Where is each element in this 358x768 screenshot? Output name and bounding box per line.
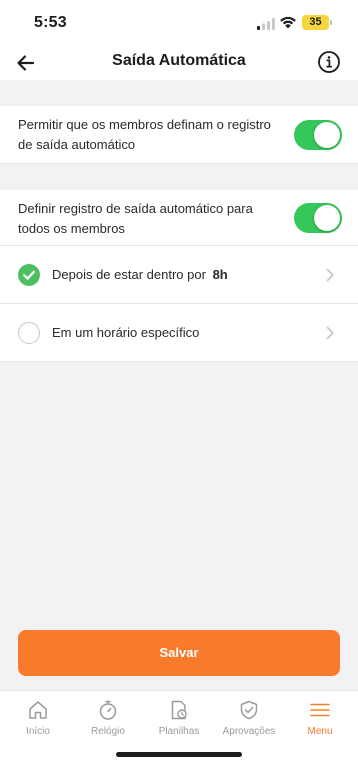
settings-content: Permitir que os membros definam o regist… [0, 80, 358, 690]
stopwatch-icon [99, 700, 117, 720]
back-button[interactable] [12, 50, 40, 76]
tab-label: Início [26, 726, 50, 737]
tab-label: Menu [307, 726, 333, 737]
info-circle-icon [318, 51, 340, 73]
timesheet-icon [171, 700, 187, 720]
tab-menu[interactable]: Menu [284, 699, 356, 737]
status-time: 5:53 [34, 14, 67, 31]
allow-members-label: Permitir que os membros definam o regist… [18, 117, 271, 152]
info-button[interactable] [317, 50, 341, 74]
cellular-signal-icon [257, 18, 275, 30]
home-icon [29, 701, 47, 719]
battery-tip [330, 20, 332, 25]
tab-planilhas[interactable]: Planilhas [143, 699, 215, 737]
status-bar: 5:53 35 [0, 0, 358, 46]
chevron-right-icon [326, 268, 334, 282]
home-indicator [116, 752, 242, 757]
tab-aprovacoes[interactable]: Aprovações [213, 699, 285, 737]
option-after-duration[interactable]: Depois de estar dentro por 8h [0, 246, 358, 304]
section-spacer [0, 80, 358, 106]
arrow-left-icon [17, 55, 35, 71]
allow-members-setting: Permitir que os membros definam o regist… [0, 106, 358, 164]
tab-label: Aprovações [222, 726, 276, 737]
page-title: Saída Automática [112, 52, 246, 69]
battery-level: 35 [309, 16, 322, 28]
tab-relogio[interactable]: Relógio [72, 699, 144, 737]
tab-label: Relógio [91, 726, 125, 737]
battery-icon: 35 [302, 15, 329, 30]
chevron-right-icon [326, 326, 334, 340]
nav-bar: Saída Automática [0, 46, 358, 80]
duration-value: 8h [212, 267, 228, 282]
radio-unchecked[interactable] [18, 322, 40, 344]
radio-checked[interactable] [18, 264, 40, 286]
tab-label: Planilhas [158, 726, 200, 737]
toggle-knob [314, 122, 340, 148]
option-after-duration-label: Depois de estar dentro por [52, 267, 206, 282]
section-spacer [0, 164, 358, 190]
checkmark-icon [23, 270, 35, 280]
define-for-all-toggle[interactable] [294, 203, 342, 233]
option-specific-time[interactable]: Em um horário específico [0, 304, 358, 362]
define-for-all-setting: Definir registro de saída automático par… [0, 190, 358, 246]
tab-inicio[interactable]: Início [2, 699, 74, 737]
menu-icon [310, 703, 330, 717]
allow-members-toggle[interactable] [294, 120, 342, 150]
define-for-all-label: Definir registro de saída automático par… [18, 201, 253, 236]
option-specific-time-label: Em um horário específico [52, 325, 200, 340]
shield-check-icon [240, 700, 258, 720]
toggle-knob [314, 205, 340, 231]
wifi-icon [280, 16, 296, 29]
save-button[interactable]: Salvar [18, 630, 340, 676]
option-label: Depois de estar dentro por 8h [52, 265, 228, 285]
